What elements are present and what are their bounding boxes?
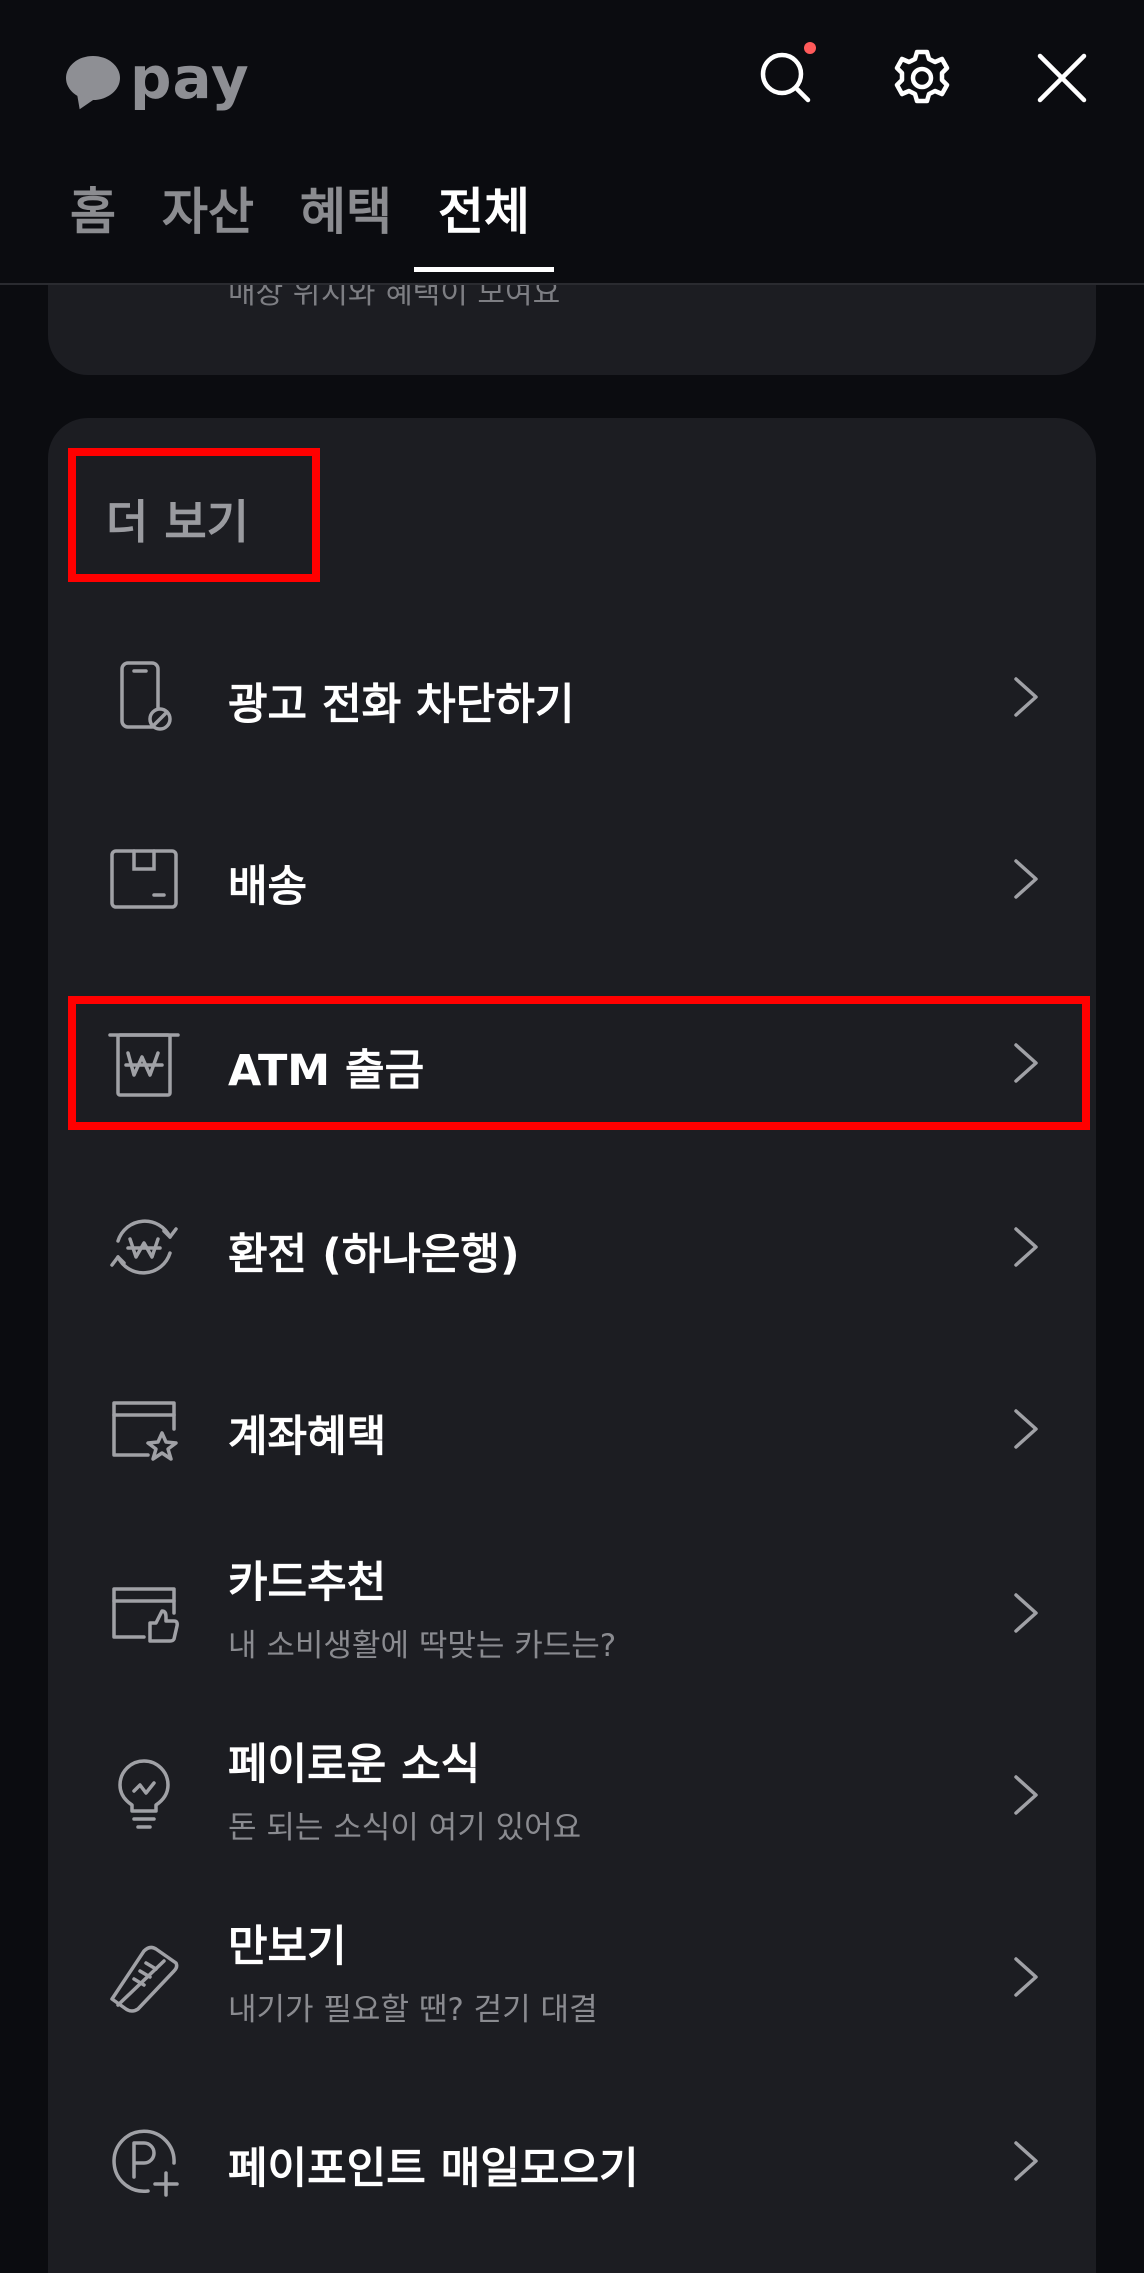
item-label: 계좌혜택 xyxy=(228,1412,387,1462)
lightbulb-icon xyxy=(104,1755,184,1835)
account-star-icon xyxy=(104,1389,184,1469)
sneaker-icon xyxy=(104,1937,184,2017)
tab-assets-label: 자산 xyxy=(162,183,254,241)
chevron-right-icon xyxy=(1006,1951,1046,2003)
item-description: 내기가 필요할 땐? 걷기 대결 xyxy=(228,1992,598,2028)
item-label: 페이로운 소식 xyxy=(228,1740,481,1790)
item-label: 만보기 xyxy=(228,1922,347,1972)
item-label: 페이포인트 매일모으기 xyxy=(228,2144,639,2194)
chevron-right-icon xyxy=(1006,1769,1046,1821)
gear-icon xyxy=(894,49,950,104)
item-label: 환전 (하나은행) xyxy=(228,1230,520,1280)
tab-benefits[interactable]: 혜택 xyxy=(300,182,392,274)
chevron-right-icon xyxy=(1006,853,1046,905)
highlight-box-atm xyxy=(68,996,1090,1130)
list-item-account-benefits[interactable]: 계좌혜택 xyxy=(48,1354,1096,1504)
search-button[interactable] xyxy=(754,42,818,110)
app-screen: 매장 위치와 혜택이 모여요 pay 홈 자산 혜택 전체 더 보기 광고 전화… xyxy=(0,0,1144,2273)
tab-all[interactable]: 전체 xyxy=(414,182,554,274)
logo-bubble-icon xyxy=(66,56,120,100)
settings-button[interactable] xyxy=(890,46,954,110)
exchange-won-icon xyxy=(104,1207,184,1287)
pay-logo: pay xyxy=(66,48,250,108)
card-thumb-icon xyxy=(104,1573,184,1653)
item-description: 내 소비생활에 딱맞는 카드는? xyxy=(228,1628,617,1664)
list-item-pedometer[interactable]: 만보기 내기가 필요할 땐? 걷기 대결 xyxy=(48,1902,1096,2052)
item-label: 광고 전화 차단하기 xyxy=(228,680,575,730)
chevron-right-icon xyxy=(1006,1403,1046,1455)
highlight-box-title xyxy=(68,448,320,582)
list-item-exchange[interactable]: 환전 (하나은행) xyxy=(48,1172,1096,1322)
tab-bar: 홈 자산 혜택 전체 xyxy=(70,182,554,274)
chevron-right-icon xyxy=(1006,2135,1046,2187)
chevron-right-icon xyxy=(1006,671,1046,723)
close-button[interactable] xyxy=(1030,46,1094,110)
tab-home-label: 홈 xyxy=(70,183,116,241)
item-label: 배송 xyxy=(228,862,308,912)
phone-block-icon xyxy=(104,657,184,737)
point-plus-icon xyxy=(104,2121,184,2201)
tab-all-label: 전체 xyxy=(438,183,530,241)
search-icon xyxy=(760,52,811,103)
notification-dot xyxy=(804,42,816,54)
tab-home[interactable]: 홈 xyxy=(70,182,116,274)
item-description: 돈 되는 소식이 여기 있어요 xyxy=(228,1810,582,1846)
chevron-right-icon xyxy=(1006,1221,1046,1273)
list-item-pay-point[interactable]: 페이포인트 매일모으기 xyxy=(48,2086,1096,2236)
box-icon xyxy=(104,839,184,919)
list-item-card-recommend[interactable]: 카드추천 내 소비생활에 딱맞는 카드는? xyxy=(48,1538,1096,1688)
item-label: 카드추천 xyxy=(228,1558,387,1608)
list-item-delivery[interactable]: 배송 xyxy=(48,804,1096,954)
logo-text: pay xyxy=(130,44,250,112)
chevron-right-icon xyxy=(1006,1587,1046,1639)
tab-benefits-label: 혜택 xyxy=(300,183,392,241)
tab-assets[interactable]: 자산 xyxy=(162,182,254,274)
close-icon xyxy=(1037,53,1087,103)
header: pay 홈 자산 혜택 전체 xyxy=(0,0,1144,285)
list-item-ad-call-block[interactable]: 광고 전화 차단하기 xyxy=(48,622,1096,772)
list-item-pay-news[interactable]: 페이로운 소식 돈 되는 소식이 여기 있어요 xyxy=(48,1720,1096,1870)
active-tab-indicator xyxy=(414,267,554,272)
